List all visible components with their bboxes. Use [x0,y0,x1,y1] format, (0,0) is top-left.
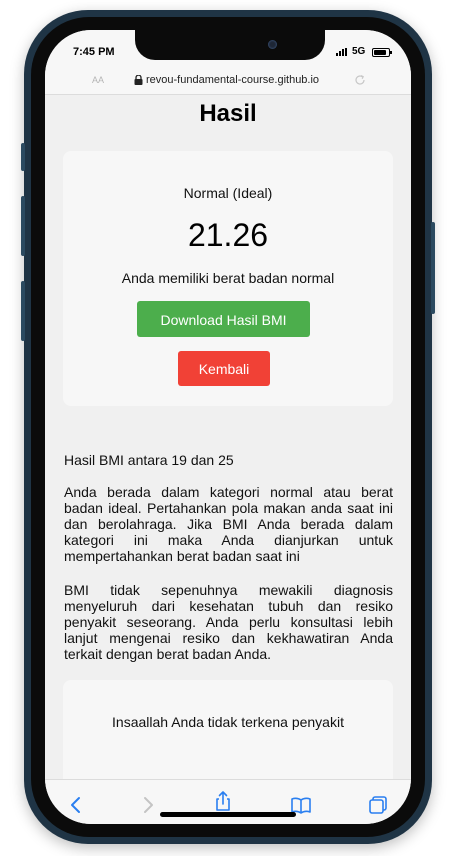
screen: 7:45 PM 5G AA revou-fundamental-course.g… [45,30,411,824]
bmi-range-text: Hasil BMI antara 19 dan 25 [64,452,234,468]
notch [135,30,325,60]
volume-down-button [21,281,25,341]
disclaimer-paragraph: BMI tidak sepenuhnya mewakili diagnosis … [64,582,393,662]
status-time: 7:45 PM [73,46,115,58]
home-indicator [160,812,296,817]
reload-icon[interactable] [354,74,366,86]
lock-icon [134,75,143,85]
back-icon[interactable] [65,794,87,816]
power-button [431,222,435,314]
volume-up-button [21,196,25,256]
page-content: Hasil Normal (Ideal) 21.26 Anda memiliki… [45,95,411,792]
back-button[interactable]: Kembali [178,351,270,386]
download-button[interactable]: Download Hasil BMI [137,301,310,337]
browser-toolbar [45,779,411,824]
disease-card: Insaallah Anda tidak terkena penyakit [63,680,393,792]
url-text[interactable]: revou-fundamental-course.github.io [146,74,319,86]
page-title: Hasil [199,100,257,127]
network-type: 5G [352,46,366,57]
address-bar[interactable]: AA revou-fundamental-course.github.io [45,68,411,95]
signal-icon [336,48,347,56]
share-icon[interactable] [212,790,234,812]
bmi-category: Normal (Ideal) [183,185,273,201]
tabs-icon[interactable] [367,794,389,816]
mute-switch [21,143,25,171]
result-message: Anda memiliki berat badan normal [121,270,335,286]
advice-paragraph: Anda berada dalam kategori normal atau b… [64,484,393,564]
bmi-value: 21.26 [187,217,269,253]
forward-icon[interactable] [137,794,159,816]
result-card: Normal (Ideal) 21.26 Anda memiliki berat… [63,151,393,406]
camera [268,40,277,49]
reader-view-button[interactable]: AA [92,75,104,85]
battery-icon [372,48,392,57]
disease-message: Insaallah Anda tidak terkena penyakit [112,714,344,730]
